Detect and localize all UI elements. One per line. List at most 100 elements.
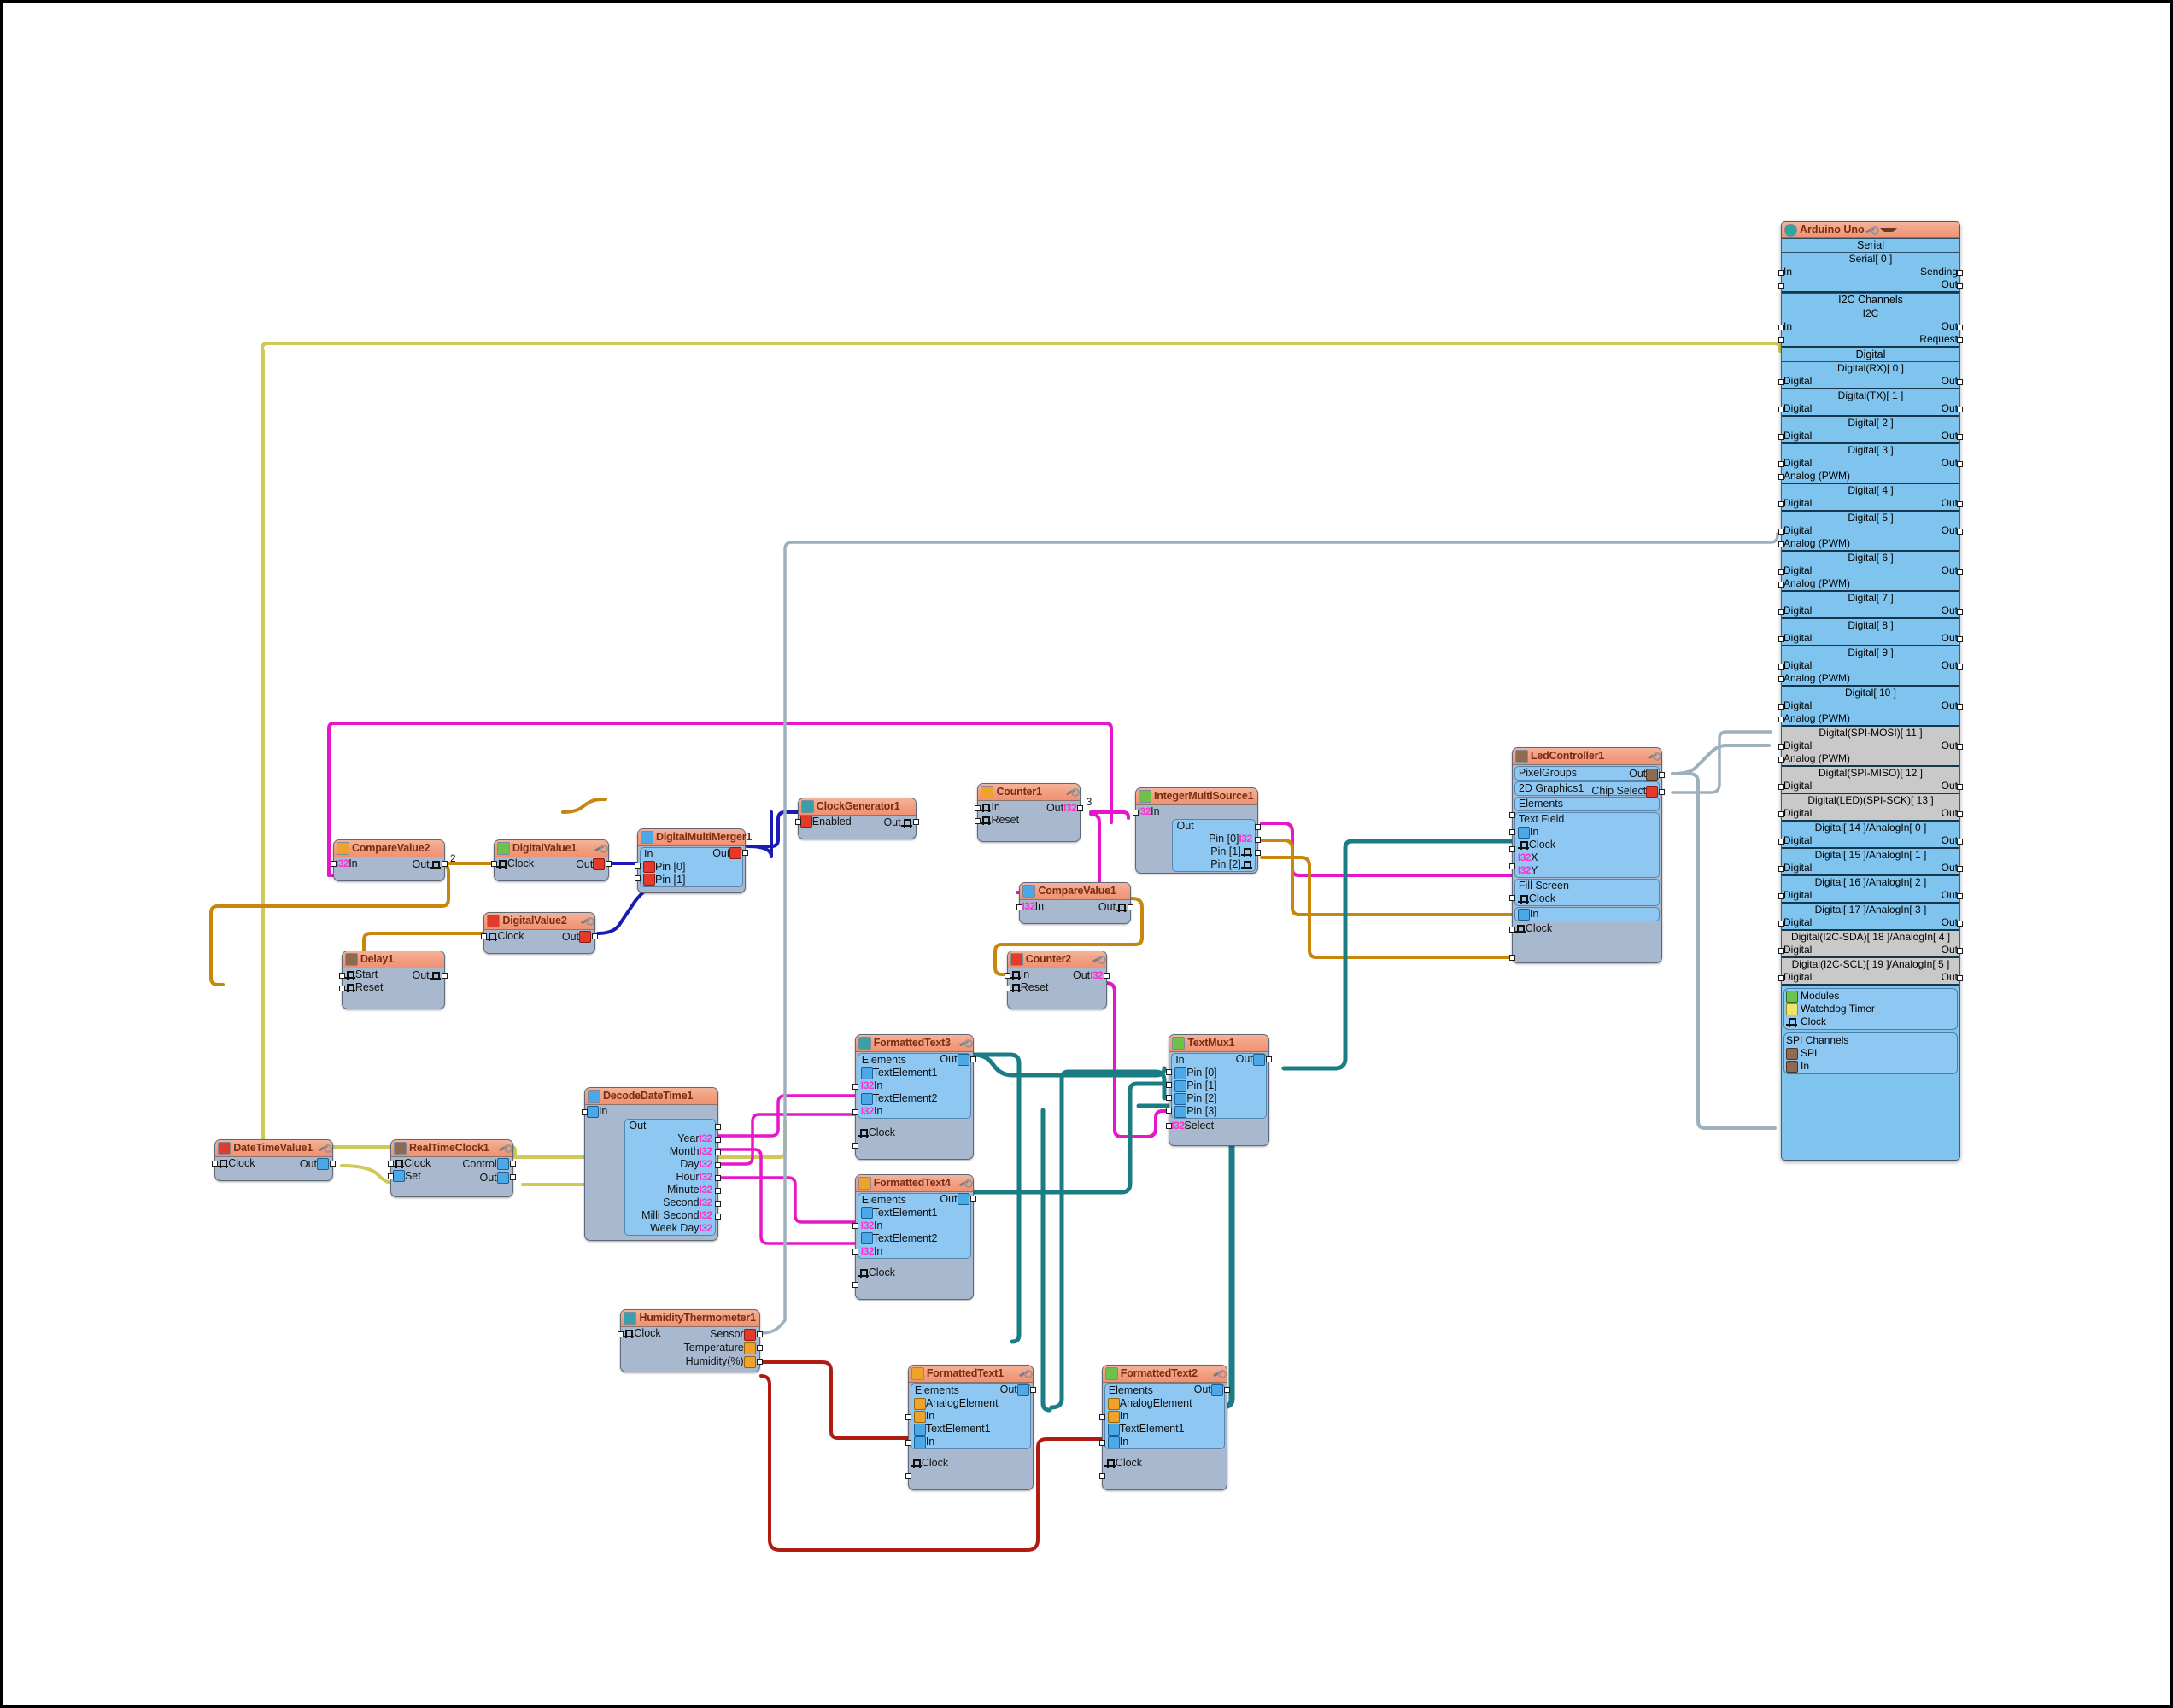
pin-row-in[interactable]: In xyxy=(1516,826,1658,839)
input-pin[interactable] xyxy=(490,861,497,868)
board-output-pin[interactable] xyxy=(1957,270,1963,276)
element-input-pin[interactable] xyxy=(852,1249,858,1255)
component-header[interactable]: FormattedText4 xyxy=(855,1174,973,1192)
board-input-pin[interactable] xyxy=(1778,541,1784,547)
pin-row-out-out[interactable]: Out xyxy=(410,858,442,871)
output-pin[interactable] xyxy=(756,1331,763,1337)
analog-pwm-row[interactable]: Analog (PWM) xyxy=(1782,752,1959,765)
serial-out-row[interactable]: Out xyxy=(1782,278,1959,291)
clock-pin[interactable] xyxy=(905,1472,911,1479)
output-pin[interactable] xyxy=(756,1344,763,1351)
component-header[interactable]: Counter1 xyxy=(978,784,1081,802)
pin-row-out-out[interactable]: Out xyxy=(711,847,743,860)
digital-io-row[interactable]: Digital Out xyxy=(1782,524,1959,537)
pin-row-pin-0-[interactable]: Pin [0] xyxy=(641,861,741,874)
digital-pin-block-0[interactable]: Digital(RX)[ 0 ] Digital Out xyxy=(1782,362,1959,389)
digital-io-row[interactable]: Digital Out xyxy=(1782,807,1959,820)
digital-io-row[interactable]: Digital Out xyxy=(1782,971,1959,984)
board-output-pin[interactable] xyxy=(1957,461,1963,467)
board-input-pin[interactable] xyxy=(1778,325,1784,330)
wrench-icon[interactable] xyxy=(498,1144,512,1153)
component-realtimeclock1[interactable]: RealTimeClock1 Clock Set Control Out xyxy=(387,1138,516,1198)
component-digitalvalue2[interactable]: DigitalValue2 Clock Out xyxy=(481,911,598,954)
digital-io-row[interactable]: Digital Out xyxy=(1782,699,1959,712)
pin-row-pin-2-[interactable]: Pin [2] xyxy=(1173,1092,1265,1105)
component-decodedatetime1[interactable]: DecodeDateTime1 In Out Year I32 Month I32 Day I3… xyxy=(581,1087,721,1242)
component-header[interactable]: LedController1 xyxy=(1512,748,1662,766)
clock-pin[interactable] xyxy=(852,1142,858,1149)
output-pin[interactable] xyxy=(1254,823,1261,830)
board-input-pin[interactable] xyxy=(1778,811,1784,817)
wrench-icon[interactable] xyxy=(1865,225,1879,235)
element-pin-row[interactable]: I32 In xyxy=(859,1079,969,1092)
input-pin[interactable] xyxy=(581,1108,588,1115)
pin-row-clock[interactable]: Clock xyxy=(909,1457,1033,1470)
i2c-request-row[interactable]: Request xyxy=(1782,333,1959,346)
digital-pin-block-14[interactable]: Digital[ 14 ]/AnalogIn[ 0 ] Digital Out xyxy=(1782,822,1959,849)
wrench-icon[interactable] xyxy=(1018,1369,1033,1379)
output-pin[interactable] xyxy=(714,1213,721,1220)
board-input-pin[interactable] xyxy=(1778,757,1784,763)
pin-row-out-sensor[interactable]: Sensor xyxy=(708,1328,758,1341)
analog-pwm-row[interactable]: Analog (PWM) xyxy=(1782,672,1959,685)
output-pin[interactable] xyxy=(1659,788,1666,795)
input-pin-2[interactable] xyxy=(1508,845,1515,852)
pin-row-out-out[interactable]: Out xyxy=(999,1383,1031,1396)
pin-row-out-temperature[interactable]: Temperature xyxy=(682,1342,758,1354)
wrench-icon[interactable] xyxy=(580,916,594,926)
output-pin[interactable] xyxy=(742,850,749,857)
pin-row-out-pin-1-[interactable]: Pin [1] xyxy=(1174,845,1253,858)
arduino-uno-board[interactable]: Arduino Uno Serial Serial[ 0 ] In Sending Ou… xyxy=(1778,221,1963,1161)
digital-io-row[interactable]: Digital Out xyxy=(1782,605,1959,617)
pin-row-out-out[interactable]: Out xyxy=(882,816,913,829)
spi-name-row[interactable]: SPI xyxy=(1786,1047,1955,1060)
input-pin[interactable] xyxy=(794,819,801,826)
select-pin[interactable] xyxy=(1166,1122,1173,1129)
input-pin[interactable] xyxy=(387,1161,394,1167)
pin-row-y[interactable]: I32 Y xyxy=(1516,864,1658,877)
board-input-pin[interactable] xyxy=(1778,784,1784,790)
spi-box[interactable]: SPI Channels SPI In xyxy=(1784,1032,1958,1074)
component-integermultisource1[interactable]: IntegerMultiSource1 I32 In Out Pin [0] I32 Pin… xyxy=(1132,787,1261,874)
pin-row-clock[interactable]: Clock xyxy=(1103,1457,1227,1470)
output-pin[interactable] xyxy=(1104,972,1110,979)
input-pin[interactable] xyxy=(1016,904,1023,910)
component-header[interactable]: Counter2 xyxy=(1007,951,1107,969)
component-header[interactable]: DigitalMultiMerger1 xyxy=(638,828,752,846)
digital-pin-block-9[interactable]: Digital[ 9 ] Digital Out Analog (PWM) xyxy=(1782,646,1959,687)
board-input-pin[interactable] xyxy=(1778,921,1784,927)
output-pin[interactable] xyxy=(1029,1386,1036,1393)
digital-io-row[interactable]: Digital Out xyxy=(1782,834,1959,847)
input-pin[interactable] xyxy=(1132,809,1139,816)
board-input-pin[interactable] xyxy=(1778,407,1784,412)
element-input-pin[interactable] xyxy=(1098,1413,1105,1420)
element-input-pin[interactable] xyxy=(852,1083,858,1090)
component-formattedtext1[interactable]: FormattedText1 Elements AnalogElement In Tex… xyxy=(905,1365,1036,1491)
board-output-pin[interactable] xyxy=(1957,609,1963,615)
component-clockgenerator1[interactable]: ClockGenerator1 Enabled Out xyxy=(794,797,919,839)
output-pin[interactable] xyxy=(714,1187,721,1194)
component-header[interactable]: TextMux1 xyxy=(1169,1035,1268,1053)
digital-io-row[interactable]: Digital Out xyxy=(1782,402,1959,415)
pin-row-select[interactable]: I32 Select xyxy=(1169,1120,1268,1132)
board-output-pin[interactable] xyxy=(1957,744,1963,750)
component-header[interactable]: IntegerMultiSource1 xyxy=(1135,788,1257,806)
spi-channels-title-row[interactable]: SPI Channels xyxy=(1786,1034,1955,1047)
component-header[interactable]: DigitalValue1 xyxy=(494,839,609,857)
wrench-icon[interactable] xyxy=(958,1179,973,1188)
pin-row-out-out[interactable]: Out I32 xyxy=(1071,969,1104,982)
output-pin[interactable] xyxy=(969,1056,976,1062)
pin-row-out-milli-second[interactable]: Milli Second I32 xyxy=(626,1209,713,1222)
pin-row-out-out[interactable]: Out xyxy=(1192,1383,1225,1396)
pin-row-out-1[interactable]: Chip Select xyxy=(1590,785,1660,798)
component-header[interactable]: FormattedText1 xyxy=(908,1366,1033,1383)
digital-io-row[interactable]: Digital Out xyxy=(1782,740,1959,752)
output-pin[interactable] xyxy=(912,819,919,826)
clock-pin[interactable] xyxy=(1098,1472,1105,1479)
input-pin[interactable] xyxy=(1004,985,1010,991)
pin-row-extra-in[interactable]: In xyxy=(1516,908,1658,921)
digital-pin-block-10[interactable]: Digital[ 10 ] Digital Out Analog (PWM) xyxy=(1782,687,1959,727)
board-input-pin[interactable] xyxy=(1778,283,1784,289)
digital-io-row[interactable]: Digital Out xyxy=(1782,780,1959,793)
component-formattedtext2[interactable]: FormattedText2 Elements AnalogElement In Tex… xyxy=(1098,1365,1230,1491)
